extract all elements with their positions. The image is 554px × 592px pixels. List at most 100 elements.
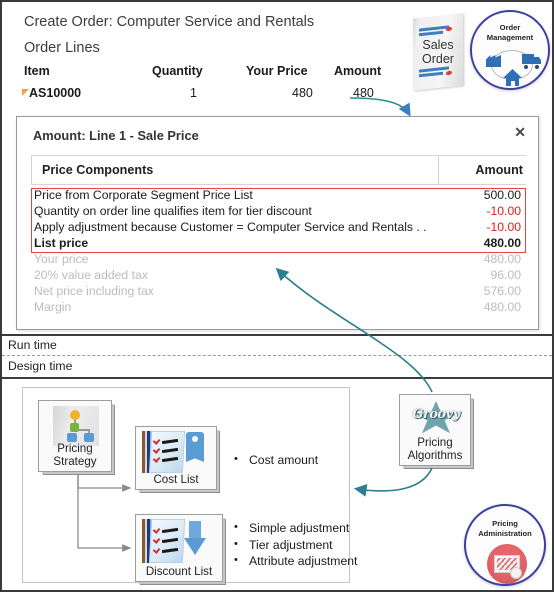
price-component-row: Margin 480.00: [31, 300, 526, 316]
column-header-quantity: Quantity: [152, 64, 203, 78]
price-components-table: Price Components Amount Price from Corpo…: [31, 155, 526, 316]
column-header-amount: Amount: [475, 163, 523, 177]
admin-ball: [510, 567, 522, 579]
pricing-algorithms-caption: Pricing Algorithms: [400, 436, 470, 462]
column-header-item: Item: [24, 64, 50, 78]
pricing-strategy-caption: Pricing Strategy: [39, 442, 111, 468]
truck-cab: [534, 57, 541, 64]
pricing-algorithms-node[interactable]: Groovy Pricing Algorithms: [399, 394, 471, 466]
price-component-row: 20% value added tax 96.00: [31, 268, 526, 284]
price-component-row: Net price including tax 576.00: [31, 284, 526, 300]
pricing-administration-badge: Pricing Administration: [464, 504, 546, 586]
arrow-stem: [189, 521, 201, 540]
designtime-label: Design time: [8, 359, 73, 373]
truck-wheel: [535, 65, 539, 69]
down-arrow-icon: [184, 521, 206, 555]
sales-order-label: Sales Order: [413, 38, 463, 66]
price-component-amount: 480.00: [483, 252, 521, 266]
pricing-administration-badge-label: Pricing Administration: [466, 519, 544, 539]
price-table-header: Price Components Amount: [31, 155, 526, 185]
cell-item-value: AS10000: [29, 86, 82, 100]
discount-adjustment-bullets: Simple adjustmentTier adjustmentAttribut…: [234, 519, 357, 570]
price-component-label: 20% value added tax: [34, 268, 148, 282]
caption-line2: Algorithms: [407, 449, 463, 462]
cost-list-icon: [142, 431, 186, 473]
bullet-item: Simple adjustment: [234, 519, 357, 537]
price-component-label: Price from Corporate Segment Price List: [34, 188, 253, 202]
price-component-amount: 480.00: [483, 236, 521, 250]
pricing-strategy-node[interactable]: Pricing Strategy: [38, 400, 112, 472]
badge-line1: Pricing: [492, 519, 518, 528]
dashed-divider: [2, 355, 552, 356]
price-component-row: List price 480.00: [31, 236, 526, 252]
price-component-row: Apply adjustment because Customer = Comp…: [31, 220, 526, 236]
truck-body: [522, 54, 534, 64]
dialog-title: Amount: Line 1 - Sale Price: [33, 128, 199, 143]
tree-node: [70, 423, 79, 432]
price-component-label: Quantity on order line qualifies item fo…: [34, 204, 312, 218]
cell-amount-link[interactable]: 480: [353, 86, 374, 100]
supply-chain-icon: [480, 48, 544, 86]
screenshot-root: Create Order: Computer Service and Renta…: [0, 0, 554, 592]
table-row[interactable]: AS10000 1 480 480: [22, 86, 404, 108]
price-component-amount: 96.00: [490, 268, 522, 282]
groovy-star-icon: Groovy: [406, 401, 466, 435]
table-header-row: Item Quantity Your Price Amount: [24, 64, 404, 86]
badge-line2: Management: [486, 33, 534, 42]
cost-amount-bullets: Cost amount: [234, 451, 318, 469]
cell-quantity: 1: [190, 86, 197, 100]
cost-list-caption: Cost List: [153, 473, 199, 486]
price-component-row: Price from Corporate Segment Price List 5…: [31, 188, 526, 204]
page-title: Create Order: Computer Service and Renta…: [24, 14, 315, 30]
price-component-label: Net price including tax: [34, 284, 154, 298]
factory-icon: [486, 55, 501, 67]
tree-node: [84, 433, 94, 442]
price-component-row: Your price 480.00: [31, 252, 526, 268]
house-icon: [503, 69, 522, 86]
price-table-body: Price from Corporate Segment Price List 5…: [31, 188, 526, 316]
close-icon[interactable]: ✕: [514, 125, 526, 139]
runtime-divider: [2, 334, 552, 336]
sales-order-label-line1: Sales: [422, 38, 454, 52]
caption-line1: Pricing: [57, 442, 93, 455]
order-management-badge-label: Order Management: [472, 23, 548, 43]
badge-line1: Order: [499, 23, 521, 32]
tree-node-root: [70, 410, 80, 420]
caption-line1: Pricing: [417, 436, 453, 449]
column-header-amount: Amount: [334, 64, 382, 78]
price-component-label: Margin: [34, 300, 72, 314]
price-tag-icon: [186, 432, 204, 462]
bullet-item: Attribute adjustment: [234, 552, 357, 570]
price-component-amount: 576.00: [483, 284, 521, 298]
house-door: [510, 81, 515, 86]
column-header-your-price: Your Price: [246, 64, 308, 78]
price-component-amount: -10.00: [486, 204, 521, 218]
amount-dialog: Amount: Line 1 - Sale Price ✕ Price Comp…: [16, 116, 539, 330]
tree-node: [67, 433, 77, 442]
sales-order-icon: Sales Order: [413, 13, 463, 91]
price-component-label: Apply adjustment because Customer = Comp…: [34, 220, 427, 234]
badge-line2: Administration: [478, 529, 532, 538]
tag-hole: [192, 436, 198, 442]
runtime-panel: Create Order: Computer Service and Renta…: [2, 2, 552, 336]
bullet-item: Tier adjustment: [234, 536, 357, 554]
order-lines-table: Item Quantity Your Price Amount AS10000 …: [22, 64, 404, 108]
column-header-price-components: Price Components: [31, 156, 439, 184]
order-management-badge: Order Management: [470, 10, 550, 90]
sales-order-label-line2: Order: [422, 52, 454, 66]
order-lines-heading: Order Lines: [24, 40, 100, 56]
cell-your-price: 480: [292, 86, 313, 100]
arrow-head: [184, 538, 206, 555]
discount-list-caption: Discount List: [145, 565, 213, 578]
bullet-item: Cost amount: [234, 451, 318, 469]
price-component-row: Quantity on order line qualifies item fo…: [31, 204, 526, 220]
cost-list-node[interactable]: Cost List: [135, 426, 217, 490]
price-component-amount: -10.00: [486, 220, 521, 234]
truck-icon: [522, 54, 541, 69]
caption-line2: Strategy: [53, 455, 97, 468]
price-component-label: List price: [34, 236, 89, 250]
groovy-logo-text: Groovy: [412, 407, 460, 422]
runtime-label: Run time: [8, 338, 57, 352]
discount-list-node[interactable]: Discount List: [135, 514, 223, 582]
pricing-admin-icon: [487, 544, 527, 584]
